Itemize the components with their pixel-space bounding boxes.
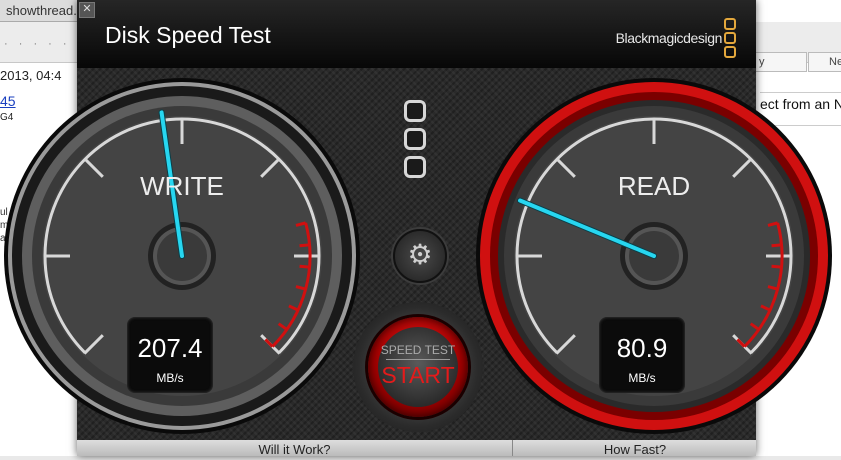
settings-button[interactable]: ⚙ [393,229,447,283]
read-value: 80.9 [616,333,668,363]
gear-icon: ⚙ [407,239,433,270]
write-gauge-red-tick [299,264,310,269]
write-value: 207.4 [137,333,203,363]
read-gauge-label: READ [617,171,691,201]
write-gauge-label: WRITE [140,171,224,201]
write-gauge-red-tick [299,243,310,248]
write-readout: 207.4 MB/s [127,317,213,393]
write-unit: MB/s [156,371,184,385]
start-label: START [381,362,455,388]
read-gauge-red-tick [771,243,782,248]
read-readout: 80.9 MB/s [599,317,685,393]
read-unit: MB/s [628,371,656,385]
start-top-label: SPEED TEST [380,343,456,357]
read-gauge-red-tick [771,264,782,269]
start-divider [386,359,450,360]
blackmagic-logo-icon [404,100,434,196]
